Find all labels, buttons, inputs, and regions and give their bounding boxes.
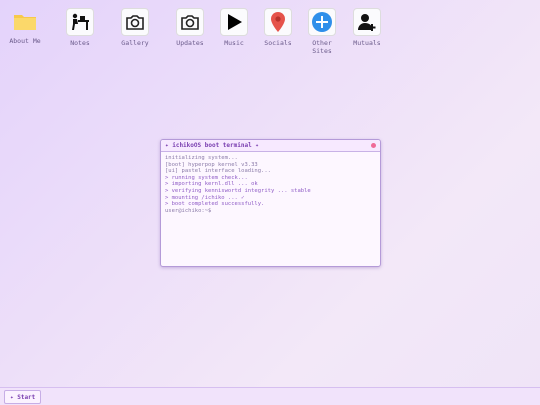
desktop-icon-socials[interactable]: Socials <box>256 8 300 47</box>
desktop-icon-label: Socials <box>264 39 292 47</box>
add-user-icon <box>353 8 381 36</box>
taskbar: ✦ Start <box>0 387 540 405</box>
desktop-icon-label: Other Sites <box>312 39 332 55</box>
close-icon[interactable] <box>371 143 376 148</box>
terminal-title: ✦ ichikoOS boot terminal ✦ <box>165 142 259 149</box>
plus-circle-icon <box>308 8 336 36</box>
terminal-prompt[interactable]: user@ichiko:~$ <box>165 208 376 215</box>
desktop-icon-label: About Me <box>9 37 41 45</box>
desktop-icon-notes[interactable]: Notes <box>58 8 102 47</box>
terminal-line: > running system check... <box>165 174 248 181</box>
play-icon <box>220 8 248 36</box>
terminal-line: initializing system... <box>165 155 238 161</box>
terminal-line: > verifying kenniswortd integrity ... st… <box>165 187 311 194</box>
desktop-icon-label: Notes <box>70 39 90 47</box>
terminal-line: > boot completed successfully. <box>165 201 265 208</box>
terminal-output: initializing system... [boot] hyperpop k… <box>161 152 380 217</box>
desktop-icon-other-sites[interactable]: Other Sites <box>300 8 344 55</box>
camera-icon <box>121 8 149 36</box>
desktop-icon-label: Music <box>224 39 244 47</box>
desktop-icon-mutuals[interactable]: Mutuals <box>345 8 389 47</box>
terminal-line: > importing kernl.dll ... ok <box>165 181 258 188</box>
desktop-icon-updates[interactable]: Updates <box>168 8 212 47</box>
folder-icon <box>12 8 38 34</box>
desktop-icon-gallery[interactable]: Gallery <box>113 8 157 47</box>
camera-icon <box>176 8 204 36</box>
terminal-line: [ui] pastel interface loading... <box>165 168 271 175</box>
desktop-icon-label: Mutuals <box>353 39 381 47</box>
desktop-icon-label: Gallery <box>121 39 149 47</box>
terminal-line: [boot] hyperpop kernel v3.33 <box>165 161 258 168</box>
boot-terminal-window[interactable]: ✦ ichikoOS boot terminal ✦ initializing … <box>160 139 381 267</box>
map-pin-icon <box>264 8 292 36</box>
desk-icon <box>66 8 94 36</box>
start-button[interactable]: ✦ Start <box>4 390 42 404</box>
desktop-icon-about-me[interactable]: About Me <box>3 8 47 45</box>
terminal-title-bar[interactable]: ✦ ichikoOS boot terminal ✦ <box>161 140 380 152</box>
terminal-line: > mounting /ichiko ... ✓ <box>165 194 245 201</box>
desktop-icon-label: Updates <box>176 39 204 47</box>
desktop-icon-music[interactable]: Music <box>212 8 256 47</box>
